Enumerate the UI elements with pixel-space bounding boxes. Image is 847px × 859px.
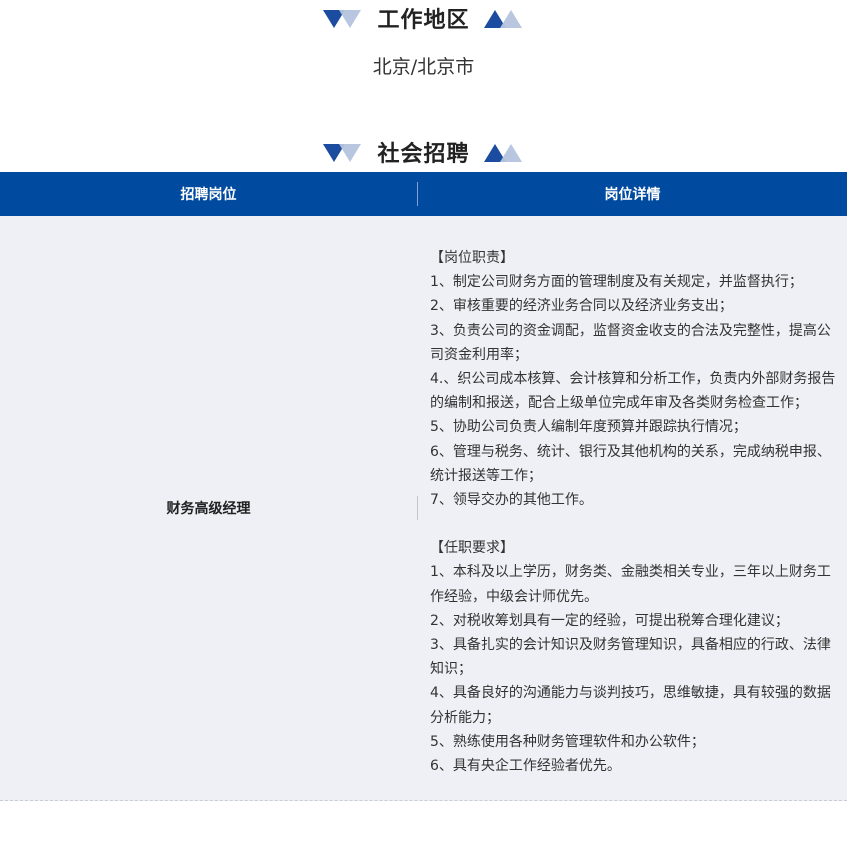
detail-line: 7、领导交办的其他工作。 (430, 492, 593, 509)
detail-line: 3、负责公司的资金调配，监督资金收支的合法及完整性，提高公司资金利用率； (430, 322, 831, 363)
recruit-section-title: 社会招聘 (377, 142, 470, 167)
down-triangle-icon (321, 7, 365, 29)
up-triangle-icon (482, 141, 526, 163)
detail-line: 5、协助公司负责人编制年度预算并跟踪执行情况； (430, 419, 747, 436)
detail-line: 1、制定公司财务方面的管理制度及有关规定，并监督执行； (430, 274, 803, 291)
header-position: 招聘岗位 (180, 187, 237, 203)
detail-line: 6、管理与税务、统计、银行及其他机构的关系，完成纳税申报、统计报送等工作； (430, 443, 831, 484)
responsibilities-heading: 【岗位职责】 (430, 250, 514, 266)
detail-line: 1、本科及以上学历，财务类、金融类相关专业，三年以上财务工作经验，中级会计师优先… (430, 564, 831, 605)
requirements-heading: 【任职要求】 (430, 540, 514, 557)
detail-line: 2、对税收筹划具有一定的经验，可提出税筹合理化建议； (430, 612, 789, 629)
table-row: 财务高级经理 【岗位职责】 1、制定公司财务方面的管理制度及有关规定，并监督执行… (0, 216, 847, 802)
job-details: 【岗位职责】 1、制定公司财务方面的管理制度及有关规定，并监督执行； 2、审核重… (418, 216, 847, 800)
detail-line: 4.、织公司成本核算、会计核算和分析工作，负责内外部财务报告的编制和报送，配合上… (430, 371, 836, 412)
up-triangle-icon (482, 7, 526, 29)
detail-line: 3、具备扎实的会计知识及财务管理知识，具备相应的行政、法律知识； (430, 637, 831, 678)
responsibilities-section: 【岗位职责】 1、制定公司财务方面的管理制度及有关规定，并监督执行； 2、审核重… (430, 246, 841, 512)
recruit-section-header: 社会招聘 (0, 134, 847, 170)
job-table: 招聘岗位 岗位详情 财务高级经理 【岗位职责】 1、制定公司财务方面的管理制度及… (0, 172, 847, 802)
requirements-section: 【任职要求】 1、本科及以上学历，财务类、金融类相关专业，三年以上财务工作经验，… (430, 536, 841, 778)
table-header: 招聘岗位 岗位详情 (0, 172, 847, 216)
region-section-header: 工作地区 (0, 0, 847, 36)
detail-line: 5、熟练使用各种财务管理软件和办公软件； (430, 733, 705, 750)
detail-line: 6、具有央企工作经验者优先。 (430, 758, 621, 775)
job-position-name: 财务高级经理 (166, 501, 251, 518)
detail-line: 4、具备良好的沟通能力与谈判技巧，思维敏捷，具有较强的数据分析能力； (430, 685, 831, 726)
header-details: 岗位详情 (604, 187, 661, 203)
detail-line: 2、审核重要的经济业务合同以及经济业务支出； (430, 298, 733, 315)
work-region-value: 北京/北京市 (372, 56, 475, 78)
region-section-title: 工作地区 (377, 8, 470, 33)
down-triangle-icon (321, 141, 365, 163)
